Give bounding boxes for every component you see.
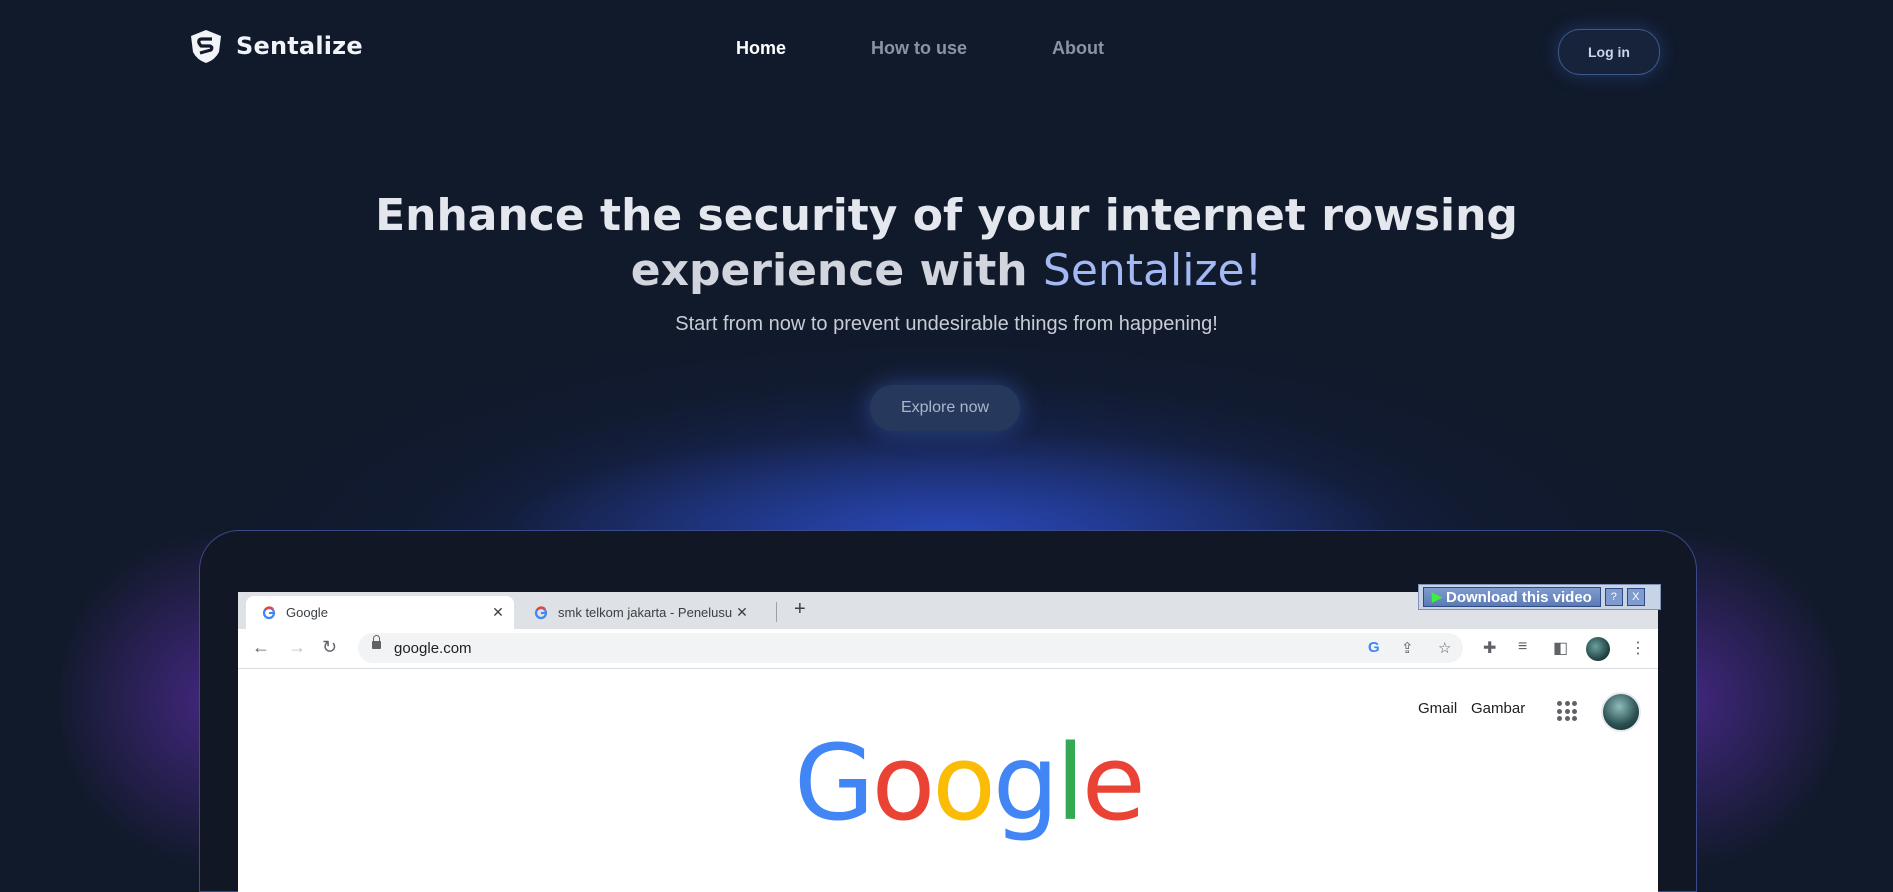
- hero-title-line2: experience with Sentalize!: [0, 243, 1893, 298]
- brand-logo[interactable]: Sentalize: [188, 28, 363, 64]
- google-account-avatar[interactable]: [1601, 692, 1641, 732]
- browser-tab-title: Google: [286, 605, 328, 620]
- hero-subtitle: Start from now to prevent undesirable th…: [675, 313, 1218, 335]
- images-link[interactable]: Gambar: [1471, 700, 1525, 717]
- hero-title: Enhance the security of your internet ro…: [0, 188, 1893, 298]
- hero-title-accent: Sentalize!: [1042, 245, 1263, 296]
- address-bar[interactable]: google.com G ⇪ ☆: [358, 633, 1463, 663]
- play-icon: ▶: [1432, 589, 1442, 604]
- close-tab-icon[interactable]: ✕: [488, 604, 508, 621]
- address-url: google.com: [394, 640, 472, 657]
- nav-home[interactable]: Home: [736, 38, 786, 59]
- extensions-icon[interactable]: ✚: [1483, 638, 1496, 658]
- nav-about[interactable]: About: [1052, 38, 1104, 59]
- lock-icon: [372, 635, 381, 649]
- browser-tab[interactable]: smk telkom jakarta - Penelusuran ✕: [518, 596, 758, 629]
- google-favicon-icon: [262, 605, 276, 619]
- close-button[interactable]: X: [1626, 588, 1645, 606]
- bookmark-star-icon[interactable]: ☆: [1438, 639, 1451, 657]
- tab-divider: [776, 602, 777, 622]
- google-favicon-icon: [534, 605, 548, 619]
- forward-arrow-icon[interactable]: →: [288, 637, 306, 658]
- google-lens-icon[interactable]: G: [1368, 639, 1380, 656]
- help-button[interactable]: ?: [1604, 588, 1623, 606]
- new-tab-icon[interactable]: +: [794, 598, 806, 621]
- browser-tab-title: smk telkom jakarta - Penelusuran: [558, 605, 732, 620]
- brand-name: Sentalize: [236, 32, 363, 60]
- hero-title-line1: Enhance the security of your internet ro…: [375, 190, 1518, 241]
- browser-tab[interactable]: Google ✕: [246, 596, 514, 629]
- hero-title-prefix: experience with: [630, 245, 1043, 296]
- login-button[interactable]: Log in: [1558, 29, 1660, 75]
- gmail-link[interactable]: Gmail: [1418, 700, 1457, 717]
- side-panel-icon[interactable]: ◧: [1553, 638, 1568, 658]
- download-video-button[interactable]: ▶ Download this video: [1423, 587, 1601, 607]
- browser-toolbar: ← → ↻ google.com G ⇪ ☆ ✚ ≡ ◧ ⋮: [238, 629, 1658, 669]
- close-tab-icon[interactable]: ✕: [732, 604, 752, 621]
- main-nav: Home How to use About: [736, 38, 1104, 59]
- back-arrow-icon[interactable]: ←: [252, 637, 270, 658]
- download-video-label: Download this video: [1446, 588, 1592, 606]
- google-logo: Google: [794, 722, 1146, 844]
- reload-icon[interactable]: ↻: [322, 637, 337, 658]
- download-video-bar: ▶ Download this video ? X: [1418, 584, 1661, 610]
- more-menu-icon[interactable]: ⋮: [1630, 638, 1646, 658]
- media-control-icon[interactable]: ≡: [1518, 638, 1527, 656]
- profile-avatar[interactable]: [1586, 637, 1610, 661]
- shield-s-logo-icon: [191, 30, 221, 63]
- share-icon[interactable]: ⇪: [1401, 639, 1414, 657]
- nav-how-to-use[interactable]: How to use: [871, 38, 967, 59]
- explore-now-button[interactable]: Explore now: [870, 385, 1020, 431]
- apps-grid-icon[interactable]: [1557, 701, 1577, 721]
- browser-screenshot: Google ✕ smk telkom jakarta - Penelusura…: [238, 592, 1658, 892]
